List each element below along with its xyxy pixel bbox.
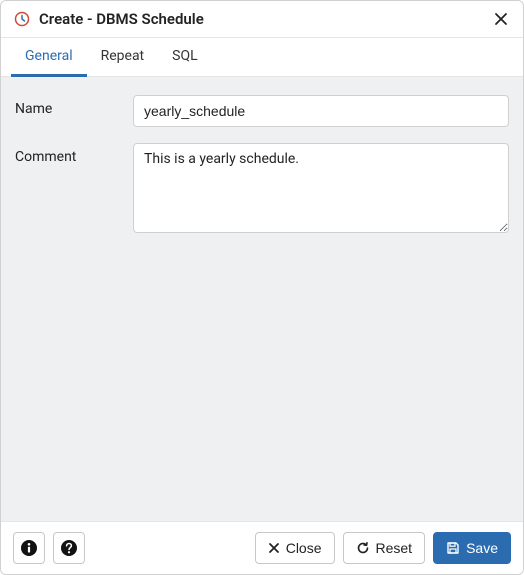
row-comment: Comment: [15, 143, 509, 237]
tab-repeat[interactable]: Repeat: [87, 38, 159, 77]
name-input[interactable]: [133, 95, 509, 127]
label-comment: Comment: [15, 143, 133, 165]
help-button[interactable]: [53, 532, 85, 564]
comment-textarea[interactable]: [133, 143, 509, 233]
save-button[interactable]: Save: [433, 532, 511, 564]
dialog-footer: Close Reset Save: [1, 521, 523, 574]
reset-button-label: Reset: [376, 540, 413, 556]
save-icon: [446, 541, 460, 555]
reset-icon: [356, 541, 370, 555]
label-name: Name: [15, 95, 133, 117]
close-button-label: Close: [286, 540, 322, 556]
dialog-title: Create - DBMS Schedule: [39, 10, 491, 28]
info-button[interactable]: [13, 532, 45, 564]
x-icon: [268, 542, 280, 554]
reset-button[interactable]: Reset: [343, 532, 426, 564]
content-area: Name Comment: [1, 77, 523, 521]
tab-general[interactable]: General: [11, 38, 87, 77]
dialog-titlebar: Create - DBMS Schedule: [1, 1, 523, 38]
close-icon[interactable]: [491, 9, 511, 29]
dbms-schedule-dialog: Create - DBMS Schedule General Repeat SQ…: [0, 0, 524, 575]
close-button[interactable]: Close: [255, 532, 335, 564]
tab-bar: General Repeat SQL: [1, 38, 523, 77]
row-name: Name: [15, 95, 509, 127]
info-icon: [20, 539, 38, 557]
tab-sql[interactable]: SQL: [158, 38, 211, 77]
clock-icon: [13, 10, 31, 28]
question-icon: [60, 539, 78, 557]
save-button-label: Save: [466, 540, 498, 556]
